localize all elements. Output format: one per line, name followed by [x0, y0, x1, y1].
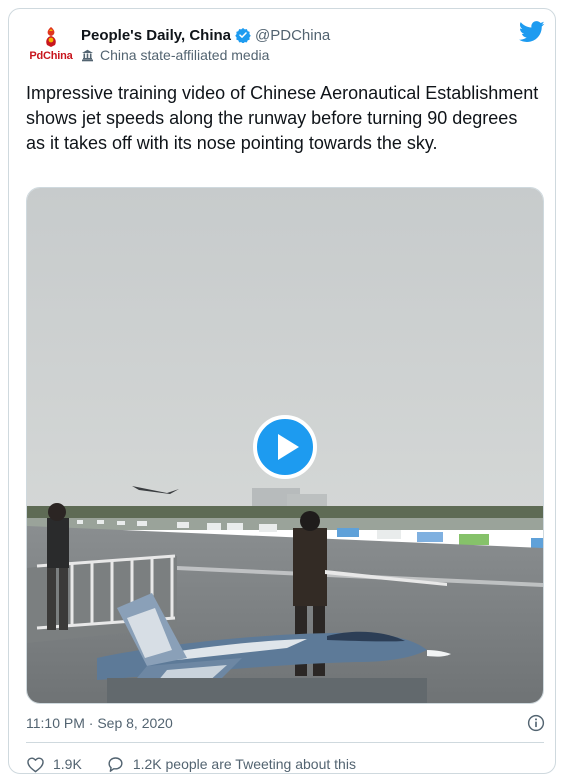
play-icon[interactable] [253, 415, 317, 479]
avatar[interactable]: PdChina [28, 24, 74, 70]
video-player[interactable] [26, 187, 544, 704]
divider [26, 742, 544, 743]
speech-bubble-icon [108, 756, 123, 772]
avatar-logo-text: PdChina [29, 50, 73, 62]
tweeting-about-text: 1.2K people are Tweeting about this [132, 756, 356, 772]
tweet-card[interactable]: PdChina People's Daily, China @PDChina C… [8, 8, 556, 774]
verified-badge-icon [235, 28, 251, 43]
tweeting-about-button[interactable]: 1.2K people are Tweeting about this [106, 755, 356, 774]
like-button[interactable]: 1.9K [26, 755, 82, 774]
author-handle[interactable]: @PDChina [255, 27, 330, 44]
building-icon [82, 49, 93, 61]
author-display-name[interactable]: People's Daily, China [81, 27, 231, 44]
twitter-bird-icon[interactable] [519, 21, 545, 43]
tweet-text: Impressive training video of Chinese Aer… [26, 83, 539, 153]
heart-icon [27, 756, 44, 772]
info-icon[interactable] [527, 714, 545, 732]
state-affiliated-label[interactable]: China state-affiliated media [100, 47, 269, 63]
pdchina-emblem-icon [46, 27, 56, 47]
like-count: 1.9K [53, 756, 82, 772]
tweet-timestamp[interactable]: 11:10 PM · Sep 8, 2020 [26, 715, 173, 731]
